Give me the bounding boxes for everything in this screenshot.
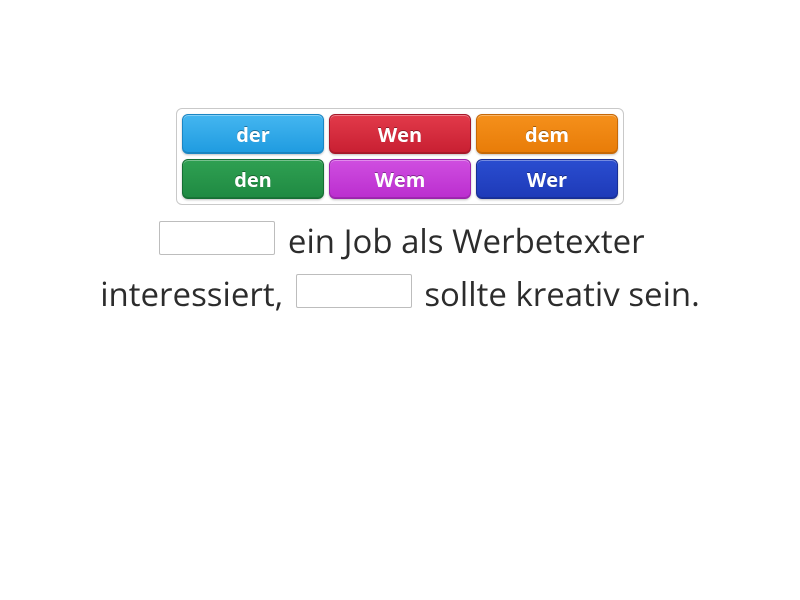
tile-label: den bbox=[234, 166, 272, 193]
word: kreativ bbox=[515, 271, 619, 316]
word: Job bbox=[344, 218, 393, 263]
tile-dem[interactable]: dem bbox=[476, 114, 618, 154]
sentence-line-1: ein Job als Werbetexter bbox=[0, 215, 800, 268]
tile-wen[interactable]: Wen bbox=[329, 114, 471, 154]
tile-row-2: den Wem Wer bbox=[182, 159, 618, 199]
word: als bbox=[401, 218, 443, 263]
sentence: ein Job als Werbetexter interessiert, so… bbox=[0, 215, 800, 321]
tile-label: Wer bbox=[527, 166, 567, 193]
tile-row-1: der Wen dem bbox=[182, 114, 618, 154]
tile-der[interactable]: der bbox=[182, 114, 324, 154]
word: sollte bbox=[424, 271, 507, 316]
word: ein bbox=[288, 218, 335, 263]
tile-den[interactable]: den bbox=[182, 159, 324, 199]
word: sein. bbox=[628, 271, 700, 316]
word: interessiert, bbox=[100, 271, 283, 316]
sentence-line-2: interessiert, sollte kreativ sein. bbox=[0, 268, 800, 321]
exercise-stage: der Wen dem den Wem Wer ein Job bbox=[0, 0, 800, 600]
tile-label: Wen bbox=[378, 121, 422, 148]
tile-container: der Wen dem den Wem Wer bbox=[176, 108, 624, 205]
drop-slot-2[interactable] bbox=[296, 274, 412, 308]
tile-label: der bbox=[236, 121, 270, 148]
tile-wer[interactable]: Wer bbox=[476, 159, 618, 199]
word: Werbetexter bbox=[452, 218, 645, 263]
tile-label: dem bbox=[525, 121, 569, 148]
tile-label: Wem bbox=[375, 166, 426, 193]
drop-slot-1[interactable] bbox=[159, 221, 275, 255]
tile-wem[interactable]: Wem bbox=[329, 159, 471, 199]
